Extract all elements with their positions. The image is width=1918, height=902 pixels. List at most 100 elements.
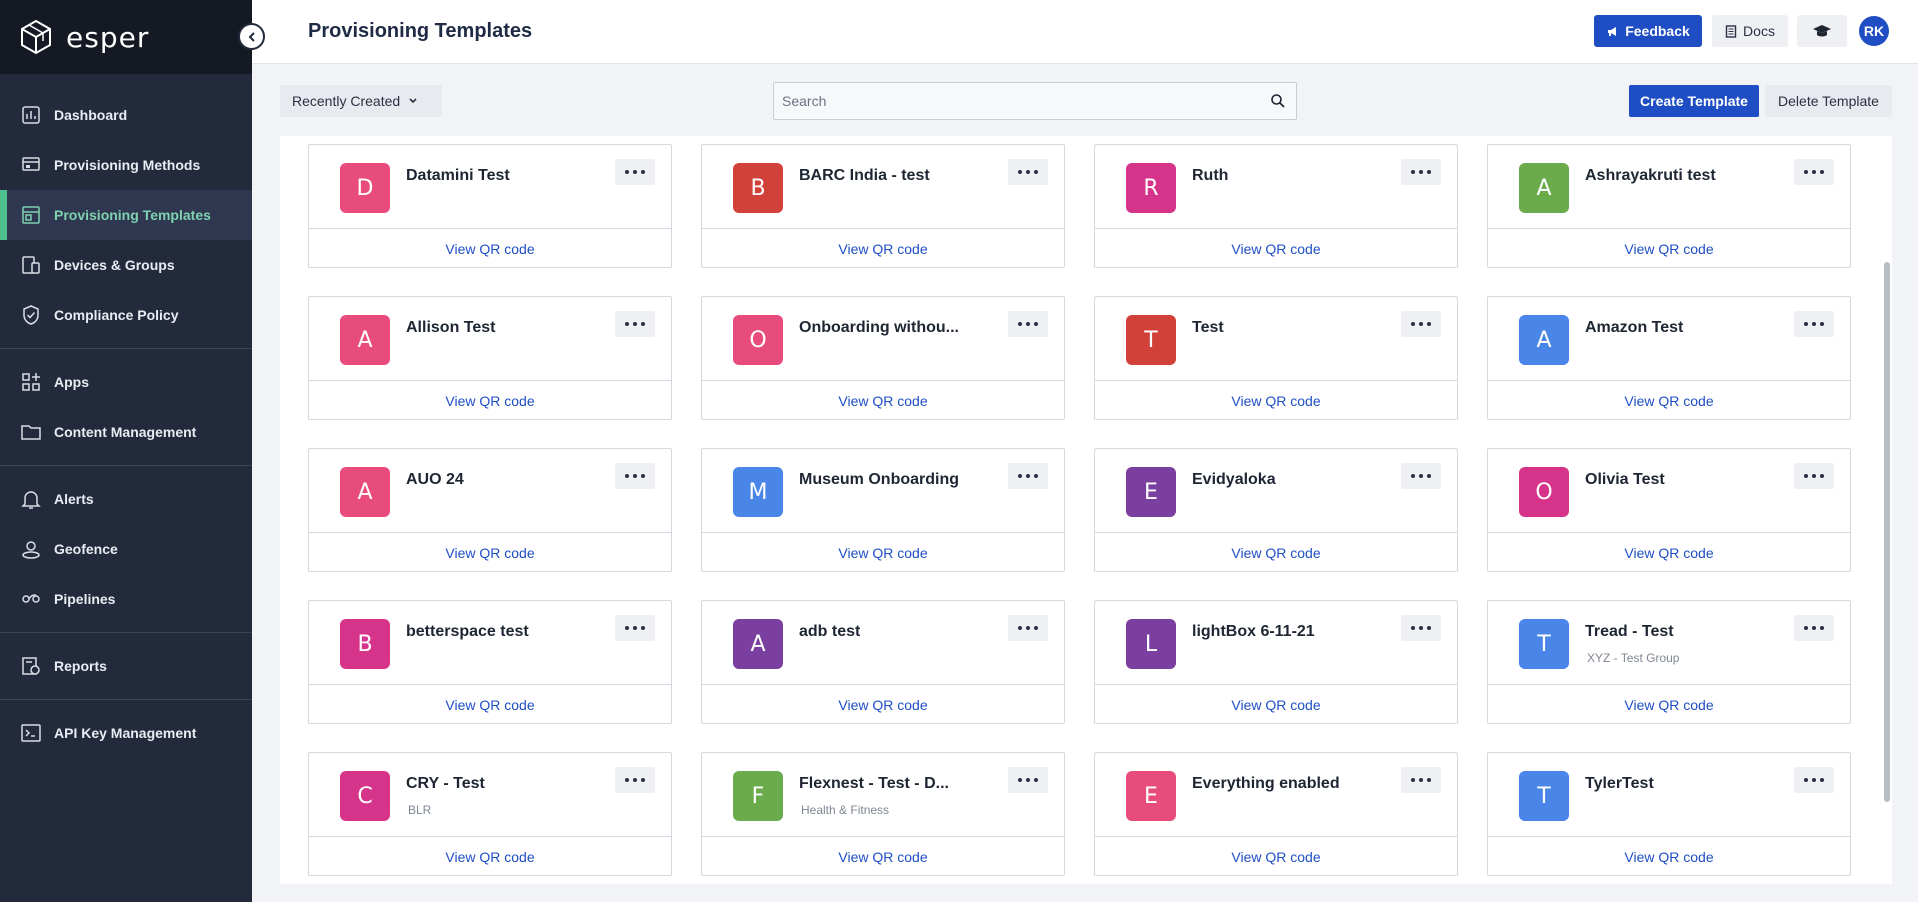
more-options-button[interactable] [1008,767,1048,793]
template-name[interactable]: Allison Test [406,319,496,337]
more-options-button[interactable] [615,615,655,641]
template-name[interactable]: Everything enabled [1192,775,1340,793]
sidebar-item-dashboard[interactable]: Dashboard [0,90,252,140]
sidebar-item-provisioning-methods[interactable]: Provisioning Methods [0,140,252,190]
search-input[interactable] [774,83,1296,119]
more-options-button[interactable] [1401,767,1441,793]
template-card[interactable]: A Ashrayakruti test View QR code [1487,144,1851,268]
collapse-sidebar-button[interactable] [238,23,265,50]
template-card[interactable]: O Olivia Test View QR code [1487,448,1851,572]
template-card[interactable]: A Amazon Test View QR code [1487,296,1851,420]
template-card[interactable]: D Datamini Test View QR code [308,144,672,268]
template-name[interactable]: Test [1192,319,1224,337]
view-qr-code-link[interactable]: View QR code [702,685,1064,724]
view-qr-code-link[interactable]: View QR code [1095,685,1457,724]
template-name[interactable]: lightBox 6-11-21 [1192,623,1315,641]
search-field[interactable] [773,82,1297,120]
more-options-button[interactable] [1008,615,1048,641]
sort-dropdown[interactable]: Recently Created [280,85,442,117]
template-card[interactable]: A AUO 24 View QR code [308,448,672,572]
sidebar-item-apps[interactable]: Apps [0,357,252,407]
template-name[interactable]: TylerTest [1585,775,1654,793]
template-name[interactable]: Evidyaloka [1192,471,1276,489]
learning-button[interactable] [1797,15,1847,47]
template-name[interactable]: Tread - Test [1585,623,1674,641]
sidebar-item-geofence[interactable]: Geofence [0,524,252,574]
template-name[interactable]: Museum Onboarding [799,471,959,489]
more-options-button[interactable] [1401,463,1441,489]
scroll-thumb[interactable] [1884,262,1890,802]
view-qr-code-link[interactable]: View QR code [1095,381,1457,420]
template-name[interactable]: BARC India - test [799,167,930,185]
create-template-button[interactable]: Create Template [1629,85,1759,117]
template-name[interactable]: Flexnest - Test - D... [799,775,949,793]
view-qr-code-link[interactable]: View QR code [309,229,671,268]
scrollbar[interactable] [1882,262,1892,884]
view-qr-code-link[interactable]: View QR code [1095,533,1457,572]
more-options-button[interactable] [1008,311,1048,337]
template-card[interactable]: M Museum Onboarding View QR code [701,448,1065,572]
sidebar-item-pipelines[interactable]: Pipelines [0,574,252,624]
view-qr-code-link[interactable]: View QR code [309,533,671,572]
template-name[interactable]: betterspace test [406,623,529,641]
template-card[interactable]: A Allison Test View QR code [308,296,672,420]
template-card[interactable]: Bbetterspace test View QR code [308,600,672,724]
template-card[interactable]: B BARC India - test View QR code [701,144,1065,268]
view-qr-code-link[interactable]: View QR code [309,381,671,420]
template-card[interactable]: Aadb test View QR code [701,600,1065,724]
more-options-button[interactable] [1008,463,1048,489]
template-card[interactable]: F Flexnest - Test - D... Health & Fitness V… [701,752,1065,876]
more-options-button[interactable] [615,767,655,793]
sidebar-item-content-management[interactable]: Content Management [0,407,252,457]
view-qr-code-link[interactable]: View QR code [1488,837,1850,876]
template-name[interactable]: Amazon Test [1585,319,1683,337]
template-card[interactable]: T Tread - Test XYZ - Test Group View QR cod… [1487,600,1851,724]
view-qr-code-link[interactable]: View QR code [1095,837,1457,876]
template-card[interactable]: R Ruth View QR code [1094,144,1458,268]
template-card[interactable]: T Test View QR code [1094,296,1458,420]
more-options-button[interactable] [1401,159,1441,185]
view-qr-code-link[interactable]: View QR code [702,837,1064,876]
more-options-button[interactable] [1401,615,1441,641]
feedback-button[interactable]: Feedback [1594,15,1702,47]
template-card[interactable]: O Onboarding withou... View QR code [701,296,1065,420]
view-qr-code-link[interactable]: View QR code [1095,229,1457,268]
more-options-button[interactable] [1794,311,1834,337]
template-name[interactable]: Datamini Test [406,167,510,185]
template-name[interactable]: Olivia Test [1585,471,1665,489]
more-options-button[interactable] [1794,615,1834,641]
view-qr-code-link[interactable]: View QR code [309,685,671,724]
template-card[interactable]: E Evidyaloka View QR code [1094,448,1458,572]
template-name[interactable]: Onboarding withou... [799,319,959,337]
view-qr-code-link[interactable]: View QR code [702,229,1064,268]
sidebar-item-provisioning-templates[interactable]: Provisioning Templates [0,190,252,240]
search-icon[interactable] [1270,93,1286,109]
template-name[interactable]: AUO 24 [406,471,464,489]
delete-template-button[interactable]: Delete Template [1765,85,1892,117]
view-qr-code-link[interactable]: View QR code [1488,381,1850,420]
template-card[interactable]: LlightBox 6-11-21 View QR code [1094,600,1458,724]
docs-button[interactable]: Docs [1712,15,1788,47]
sidebar-item-alerts[interactable]: Alerts [0,474,252,524]
template-card[interactable]: C CRY - Test BLR View QR code [308,752,672,876]
template-name[interactable]: Ruth [1192,167,1228,185]
sidebar-item-api-key-management[interactable]: API Key Management [0,708,252,758]
more-options-button[interactable] [615,311,655,337]
view-qr-code-link[interactable]: View QR code [702,533,1064,572]
more-options-button[interactable] [615,463,655,489]
sidebar-item-compliance-policy[interactable]: Compliance Policy [0,290,252,340]
view-qr-code-link[interactable]: View QR code [702,381,1064,420]
template-name[interactable]: CRY - Test [406,775,485,793]
avatar[interactable]: RK [1859,16,1889,46]
sidebar-item-devices-groups[interactable]: Devices & Groups [0,240,252,290]
more-options-button[interactable] [1401,311,1441,337]
view-qr-code-link[interactable]: View QR code [1488,533,1850,572]
view-qr-code-link[interactable]: View QR code [1488,685,1850,724]
more-options-button[interactable] [1794,463,1834,489]
more-options-button[interactable] [615,159,655,185]
more-options-button[interactable] [1794,159,1834,185]
view-qr-code-link[interactable]: View QR code [309,837,671,876]
template-card[interactable]: T TylerTest View QR code [1487,752,1851,876]
template-card[interactable]: E Everything enabled View QR code [1094,752,1458,876]
more-options-button[interactable] [1008,159,1048,185]
